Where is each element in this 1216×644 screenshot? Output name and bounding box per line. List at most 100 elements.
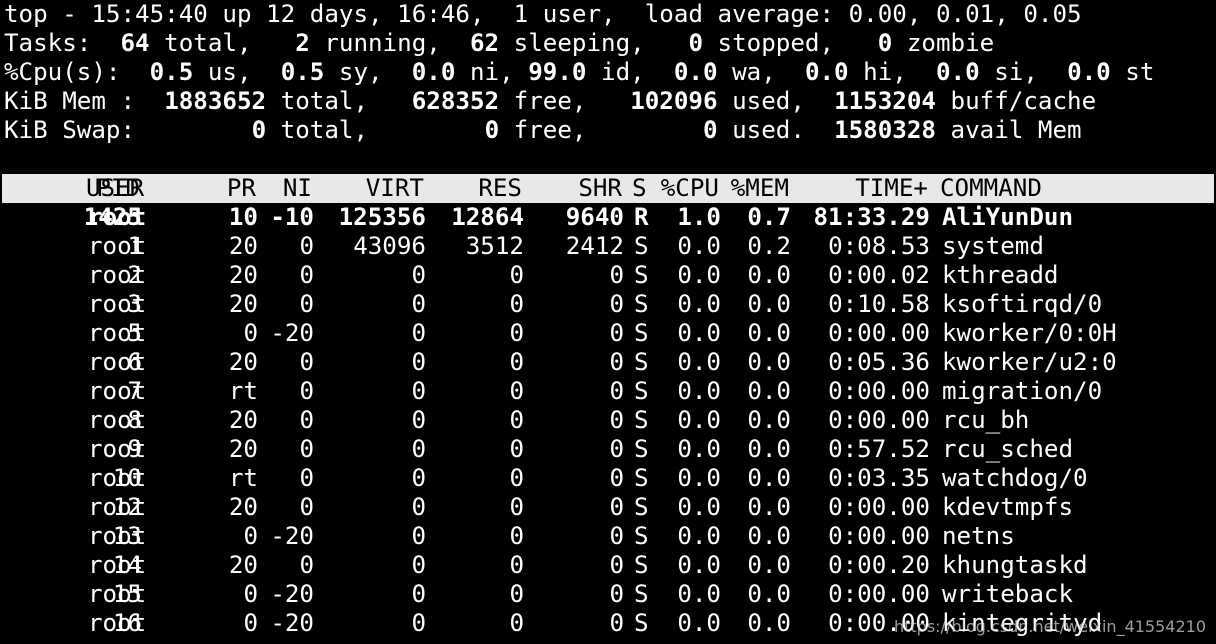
process-row[interactable]: 2 root 20 0 0 0 0 S 0.0 0.0 0:00.02 kthreadd xyxy=(4,261,1216,290)
col-pr[interactable]: PR xyxy=(186,174,256,203)
process-pr: rt xyxy=(228,377,258,405)
process-s: S xyxy=(634,406,649,434)
process-mem: 0.0 xyxy=(747,261,791,289)
column-header-row: PID USER PR NI VIRT RES SHR S %CPU %MEM … xyxy=(2,174,1214,203)
process-mem: 0.7 xyxy=(747,203,791,231)
col-mem[interactable]: %MEM xyxy=(722,174,789,203)
tasks-running: 2 xyxy=(295,29,310,57)
process-row[interactable]: 13 root 0 -20 0 0 0 S 0.0 0.0 0:00.00 netns xyxy=(4,522,1216,551)
tasks-running-label: running, xyxy=(309,29,470,57)
process-ni: 0 xyxy=(299,551,314,579)
mem-total-label: total, xyxy=(266,87,412,115)
process-s: S xyxy=(634,232,649,260)
process-row[interactable]: 1425 root 10 -10 125356 12864 9640 R 1.0 0.7 81:33… xyxy=(4,203,1216,232)
cpu-id-label: id, xyxy=(586,58,674,86)
process-s: S xyxy=(634,290,649,318)
process-mem: 0.0 xyxy=(747,319,791,347)
process-res: 0 xyxy=(509,377,524,405)
col-virt[interactable]: VIRT xyxy=(322,174,424,203)
process-s: S xyxy=(634,348,649,376)
process-cpu: 0.0 xyxy=(677,261,721,289)
process-command: kdevtmpfs xyxy=(942,493,1074,521)
swap-label: KiB Swap: xyxy=(4,116,252,144)
process-time: 0:00.00 xyxy=(828,493,930,521)
process-row[interactable]: 7 root rt 0 0 0 0 S 0.0 0.0 0:00.00 migration/0 xyxy=(4,377,1216,406)
cpu-us-label: us, xyxy=(193,58,281,86)
col-shr[interactable]: SHR xyxy=(526,174,622,203)
process-pr: 0 xyxy=(243,319,258,347)
col-time[interactable]: TIME+ xyxy=(798,174,928,203)
process-cpu: 0.0 xyxy=(677,464,721,492)
process-s: S xyxy=(634,435,649,463)
process-command: netns xyxy=(942,522,1015,550)
process-time: 0:03.35 xyxy=(828,464,930,492)
col-ni[interactable]: NI xyxy=(256,174,312,203)
process-mem: 0.0 xyxy=(747,551,791,579)
process-virt: 0 xyxy=(411,522,426,550)
mem-line: KiB Mem : 1883652 total, 628352 free, 10… xyxy=(4,87,1216,116)
process-time: 0:00.00 xyxy=(828,406,930,434)
cpu-si: 0.0 xyxy=(936,58,980,86)
process-ni: 0 xyxy=(299,348,314,376)
process-row[interactable]: 6 root 20 0 0 0 0 S 0.0 0.0 0:05.36 kworker/u2:0 xyxy=(4,348,1216,377)
col-command[interactable]: COMMAND xyxy=(940,174,1216,203)
process-mem: 0.0 xyxy=(747,435,791,463)
tasks-label: Tasks: xyxy=(4,29,106,57)
watermark: https://blog.csdn.net/weixin_41554210 xyxy=(893,617,1206,636)
mem-buff-cache-label: buff/cache xyxy=(936,87,1097,115)
col-cpu[interactable]: %CPU xyxy=(652,174,719,203)
process-res: 12864 xyxy=(451,203,524,231)
process-time: 81:33.29 xyxy=(813,203,931,231)
process-row[interactable]: 9 root 20 0 0 0 0 S 0.0 0.0 0:57.52 rcu_sched xyxy=(4,435,1216,464)
process-row[interactable]: 1 root 20 0 43096 3512 2412 S 0.0 0.2 0:08.53 syste… xyxy=(4,232,1216,261)
cpu-st-label: st xyxy=(1110,58,1155,86)
process-ni: 0 xyxy=(299,377,314,405)
process-command: writeback xyxy=(942,580,1074,608)
process-mem: 0.0 xyxy=(747,493,791,521)
process-row[interactable]: 8 root 20 0 0 0 0 S 0.0 0.0 0:00.00 rcu_bh xyxy=(4,406,1216,435)
process-command: kthreadd xyxy=(942,261,1059,289)
tasks-sleeping-label: sleeping, xyxy=(499,29,689,57)
process-pr: rt xyxy=(228,464,258,492)
process-virt: 0 xyxy=(411,348,426,376)
col-state[interactable]: S xyxy=(632,174,652,203)
process-cpu: 0.0 xyxy=(677,348,721,376)
process-row[interactable]: 3 root 20 0 0 0 0 S 0.0 0.0 0:10.58 ksoftirqd/0 xyxy=(4,290,1216,319)
process-shr: 0 xyxy=(609,609,624,637)
process-time: 0:08.53 xyxy=(828,232,930,260)
process-mem: 0.0 xyxy=(747,522,791,550)
process-virt: 43096 xyxy=(353,232,426,260)
process-virt: 0 xyxy=(411,377,426,405)
process-ni: 0 xyxy=(299,406,314,434)
cpu-line: %Cpu(s): 0.5 us, 0.5 sy, 0.0 ni, 99.0 id… xyxy=(4,58,1216,87)
process-shr: 0 xyxy=(609,493,624,521)
swap-avail-mem-label: avail Mem xyxy=(936,116,1082,144)
process-res: 0 xyxy=(509,290,524,318)
process-row[interactable]: 14 root 20 0 0 0 0 S 0.0 0.0 0:00.20 khungtaskd xyxy=(4,551,1216,580)
process-s: S xyxy=(634,609,649,637)
process-s: S xyxy=(634,580,649,608)
process-s: S xyxy=(634,522,649,550)
process-row[interactable]: 15 root 0 -20 0 0 0 S 0.0 0.0 0:00.00 writeback xyxy=(4,580,1216,609)
process-s: S xyxy=(634,493,649,521)
swap-total-label: total, xyxy=(266,116,485,144)
mem-free: 628352 xyxy=(411,87,500,115)
process-mem: 0.0 xyxy=(747,580,791,608)
process-row[interactable]: 5 root 0 -20 0 0 0 S 0.0 0.0 0:00.00 kworker/0:0H xyxy=(4,319,1216,348)
process-row[interactable]: 12 root 20 0 0 0 0 S 0.0 0.0 0:00.00 kdevtmpfs xyxy=(4,493,1216,522)
process-row[interactable]: 10 root rt 0 0 0 0 S 0.0 0.0 0:03.35 watchdog/0 xyxy=(4,464,1216,493)
process-pr: 20 xyxy=(228,290,258,318)
process-command: rcu_sched xyxy=(942,435,1074,463)
process-s: S xyxy=(634,319,649,347)
process-mem: 0.2 xyxy=(747,232,791,260)
col-res[interactable]: RES xyxy=(430,174,522,203)
mem-used-label: used, xyxy=(717,87,835,115)
process-shr: 9640 xyxy=(565,203,624,231)
cpu-ni-label: ni, xyxy=(455,58,529,86)
process-time: 0:00.00 xyxy=(828,377,930,405)
process-list[interactable]: 1425 root 10 -10 125356 12864 9640 R 1.0 0.7 81:33… xyxy=(4,203,1216,638)
terminal[interactable]: top - 15:45:40 up 12 days, 16:46, 1 user… xyxy=(2,0,1216,638)
swap-total: 0 xyxy=(251,116,267,144)
process-cpu: 0.0 xyxy=(677,609,721,637)
process-res: 0 xyxy=(509,406,524,434)
